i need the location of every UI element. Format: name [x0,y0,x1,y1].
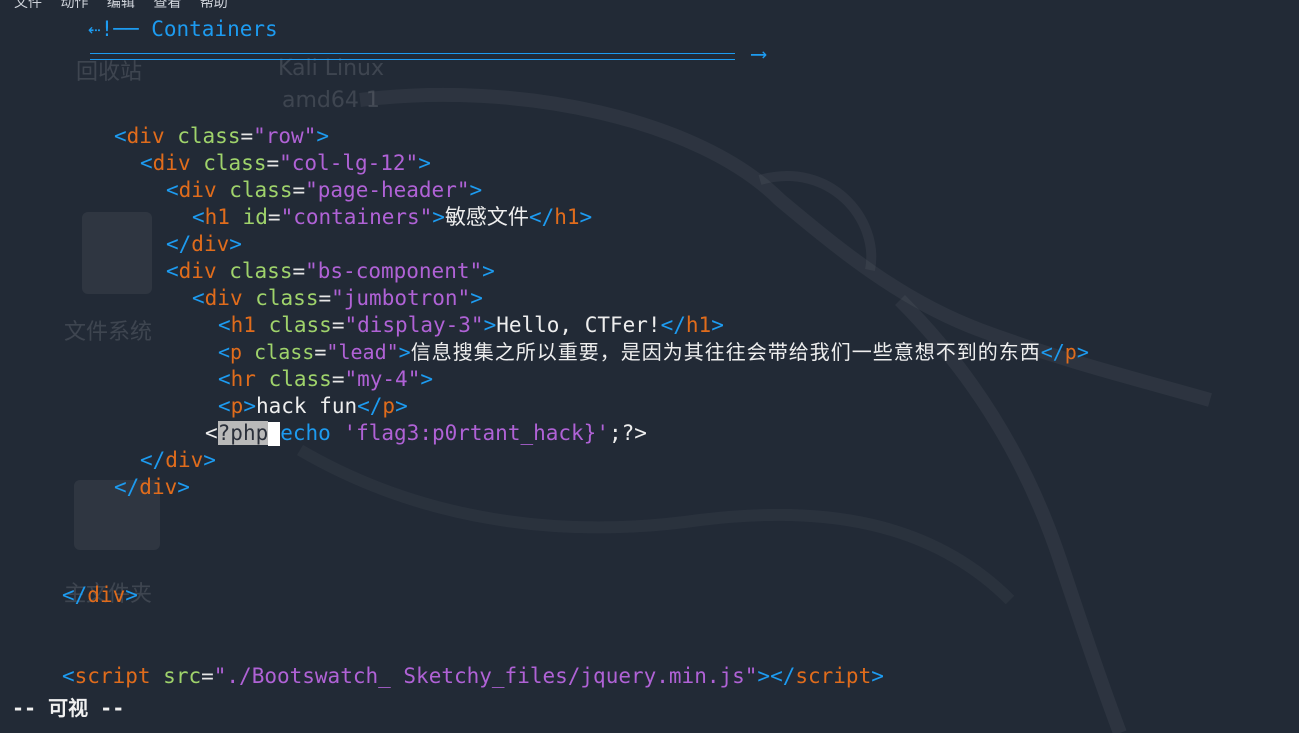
menu-edit[interactable]: 编辑 [107,0,135,8]
menu-help[interactable]: 帮助 [200,0,228,8]
visual-selection: ?php [217,421,269,445]
text-cursor [268,422,281,446]
kali-dragon-watermark [296,87,1212,733]
fold-arrow-icon: ⟶ [752,42,766,67]
menu-view[interactable]: 查看 [153,0,181,8]
code-line-hack-fun: <p>hack fun</p> [218,394,408,418]
code-line-div-close-4: </div> [62,583,138,607]
terminal-menubar: 文件 动作 编辑 查看 帮助 [14,0,242,8]
code-line-jumbotron: <div class="jumbotron"> [192,286,483,310]
code-line-h1-containers: <h1 id="containers">敏感文件</h1> [192,205,593,229]
code-line-div-close-3: </div> [114,475,190,499]
menu-file[interactable]: 文件 [14,0,42,8]
code-line-page-header: <div class="page-header"> [166,178,483,202]
code-line-div-close-1: </div> [166,232,242,256]
fold-rule [90,53,735,60]
vim-mode-indicator: -- 可视 -- [12,696,125,720]
code-line-col: <div class="col-lg-12"> [140,151,431,175]
fold-marker: ⇠!── Containers [88,17,278,41]
code-line-row: <div class="row"> [114,124,329,148]
kali-label-line2: amd64 1 [282,88,380,113]
filesystem-label: 文件系统 [64,320,153,345]
code-line-script: <script src="./Bootswatch_ Sketchy_files… [62,664,884,688]
code-line-hr: <hr class="my-4"> [218,367,433,391]
filesystem-icon [82,212,152,294]
code-line-lead: <p class="lead">信息搜集之所以重要，是因为其往往会带给我们一些意… [218,340,1089,364]
code-line-div-close-2: </div> [140,448,216,472]
code-line-bs-component: <div class="bs-component"> [166,259,495,283]
code-line-display-3: <h1 class="display-3">Hello, CTFer!</h1> [218,313,724,337]
menu-action[interactable]: 动作 [60,0,88,8]
code-line-php-flag[interactable]: <?php echo 'flag3:p0rtant_hack}';?> [205,420,647,447]
